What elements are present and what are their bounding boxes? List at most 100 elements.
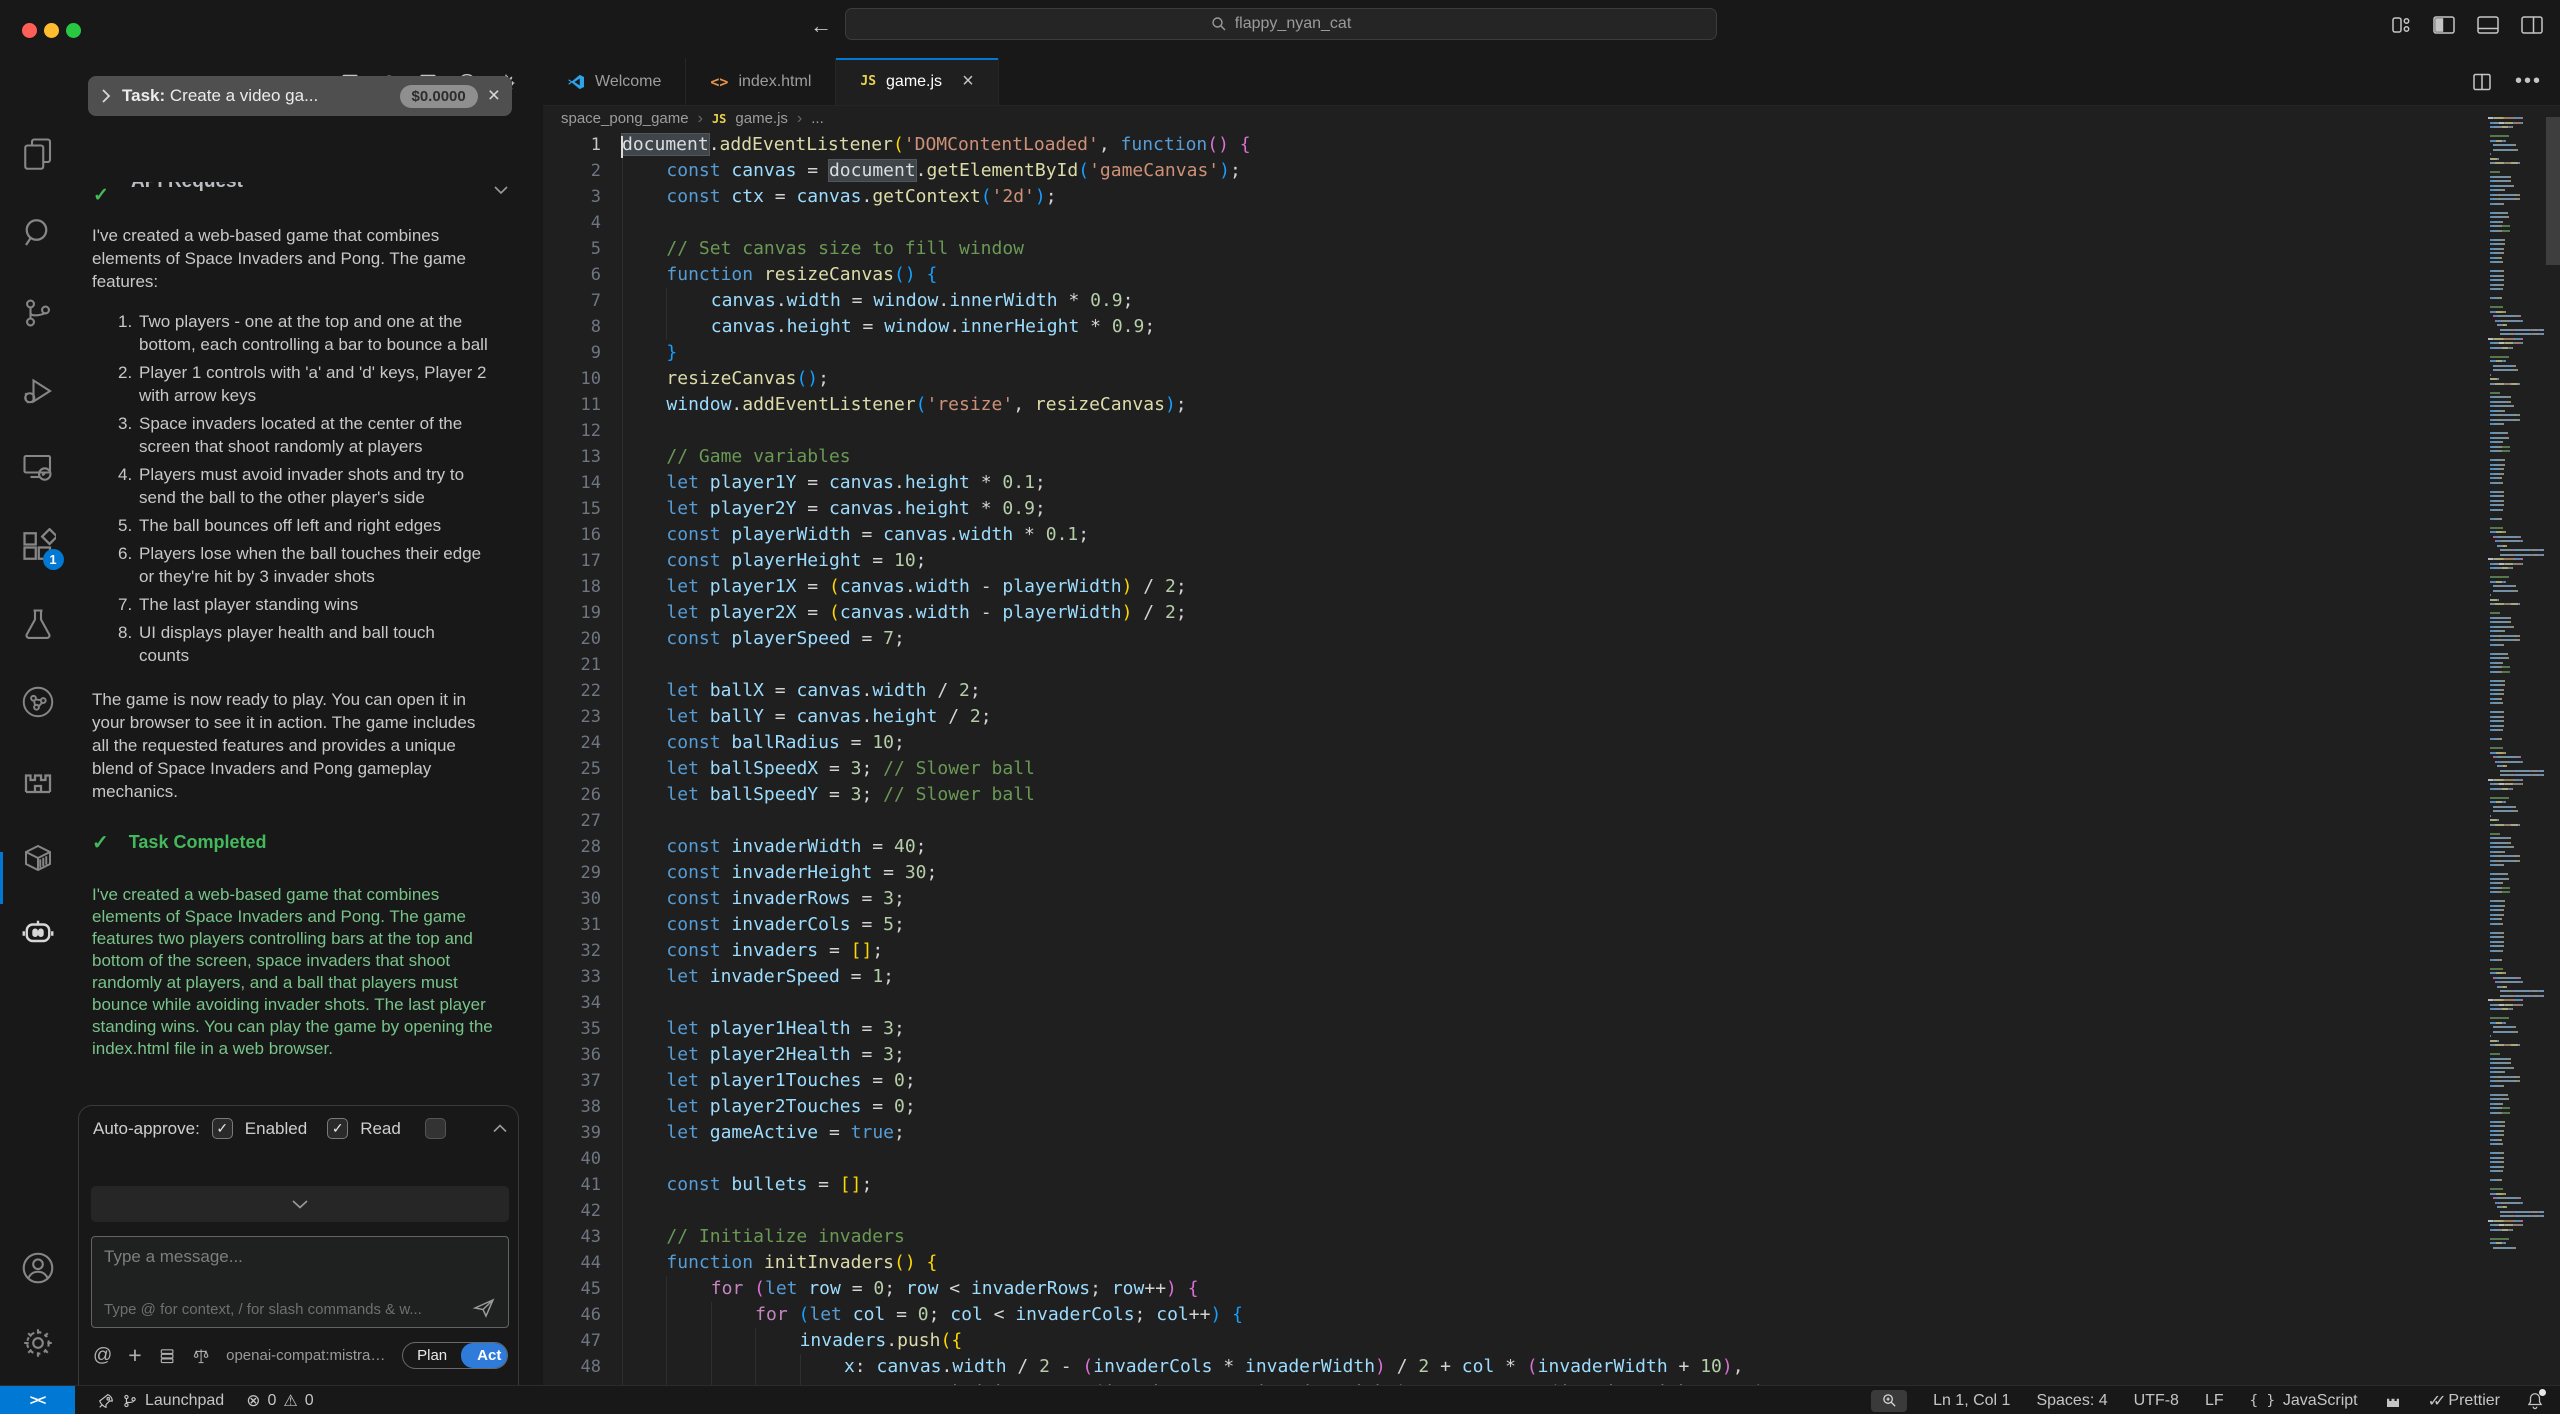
close-task-icon[interactable]: × [488,87,500,105]
checkbox-enabled[interactable]: ✓ [212,1118,233,1139]
zoom-window-button[interactable] [66,23,81,38]
line-number[interactable]: 21 [543,652,601,678]
checkbox-partial[interactable] [425,1118,446,1139]
line-number[interactable]: 35 [543,1016,601,1042]
line-number[interactable]: 2 [543,158,601,184]
code-area[interactable]: 1document.addEventListener('DOMContentLo… [543,132,2483,1385]
layout-customize-icon[interactable] [2390,14,2412,36]
model-selector[interactable]: openai-compat:mistralai/... [226,1347,386,1364]
line-number[interactable]: 47 [543,1328,601,1354]
remote-explorer-icon[interactable] [20,450,56,486]
line-number[interactable]: 5 [543,236,601,262]
explorer-icon[interactable] [20,135,56,171]
indentation[interactable]: Spaces: 4 [2036,1392,2107,1410]
message-input[interactable]: Type a message... Type @ for context, / … [91,1236,509,1328]
castle-icon[interactable] [20,762,56,798]
minimize-window-button[interactable] [44,23,59,38]
line-number[interactable]: 24 [543,730,601,756]
plus-icon[interactable]: + [128,1342,141,1369]
line-number[interactable]: 39 [543,1120,601,1146]
line-number[interactable]: 19 [543,600,601,626]
search-icon[interactable] [20,215,56,251]
line-number[interactable]: 34 [543,990,601,1016]
checkbox-read[interactable]: ✓ [327,1118,348,1139]
line-number[interactable]: 37 [543,1068,601,1094]
plan-button[interactable]: Plan [403,1343,461,1368]
close-tab-icon[interactable]: × [962,70,974,93]
testing-beaker-icon[interactable] [20,606,56,642]
line-number[interactable]: 16 [543,522,601,548]
notifications-bell[interactable] [2526,1391,2544,1410]
line-number[interactable]: 46 [543,1302,601,1328]
line-number[interactable]: 43 [543,1224,601,1250]
line-number[interactable]: 32 [543,938,601,964]
eol-sequence[interactable]: LF [2205,1392,2224,1410]
encoding[interactable]: UTF-8 [2134,1392,2179,1410]
line-number[interactable]: 11 [543,392,601,418]
account-icon[interactable] [20,1250,56,1286]
run-debug-icon[interactable] [20,373,56,409]
close-window-button[interactable] [22,23,37,38]
back-button[interactable]: ← [810,13,832,39]
breadcrumb-folder[interactable]: space_pong_game [561,110,689,127]
line-number[interactable]: 42 [543,1198,601,1224]
line-number[interactable]: 3 [543,184,601,210]
tab-welcome[interactable]: Welcome [543,58,686,105]
cline-robot-icon[interactable] [20,914,56,950]
at-sign-icon[interactable]: @ [93,1345,112,1367]
line-number[interactable]: 9 [543,340,601,366]
formatter-item[interactable]: ✓✓ Prettier [2428,1391,2500,1411]
line-number[interactable]: 45 [543,1276,601,1302]
scales-icon[interactable] [192,1346,210,1366]
breadcrumb-file[interactable]: game.js [735,110,788,127]
line-number[interactable]: 20 [543,626,601,652]
editor-scrollbar[interactable] [2546,117,2560,265]
command-center-search[interactable]: flappy_nyan_cat [845,8,1717,40]
line-number[interactable]: 26 [543,782,601,808]
line-number[interactable]: 29 [543,860,601,886]
line-number[interactable]: 23 [543,704,601,730]
line-number[interactable]: 28 [543,834,601,860]
send-icon[interactable] [472,1297,496,1319]
chevron-up-icon[interactable] [492,1123,508,1134]
language-mode[interactable]: { } JavaScript [2250,1392,2358,1410]
network-graph-icon[interactable] [20,684,56,720]
line-number[interactable]: 25 [543,756,601,782]
package-box-icon[interactable] [20,840,56,876]
line-number[interactable]: 10 [543,366,601,392]
line-number[interactable]: 4 [543,210,601,236]
line-number[interactable]: 27 [543,808,601,834]
line-number[interactable]: 14 [543,470,601,496]
minimap[interactable] [2488,117,2544,1287]
line-number[interactable]: 15 [543,496,601,522]
task-header-card[interactable]: Task: Create a video ga... $0.0000 × [88,76,512,116]
panel-left-icon[interactable] [2432,14,2456,36]
line-number[interactable]: 31 [543,912,601,938]
line-number[interactable]: 40 [543,1146,601,1172]
extensions-icon[interactable]: 1 [20,528,56,564]
line-number[interactable]: 33 [543,964,601,990]
source-control-icon[interactable] [20,295,56,331]
chevron-down-icon[interactable] [493,184,509,196]
line-number[interactable]: 17 [543,548,601,574]
act-button[interactable]: Act [461,1343,508,1368]
split-editor-icon[interactable] [2471,71,2493,93]
breadcrumb-more[interactable]: ... [811,110,824,127]
cursor-position[interactable]: Ln 1, Col 1 [1933,1392,2010,1410]
server-stack-icon[interactable] [158,1346,176,1366]
more-actions-icon[interactable]: ••• [2515,70,2542,93]
line-number[interactable]: 13 [543,444,601,470]
gear-icon[interactable] [20,1325,56,1361]
line-number[interactable]: 38 [543,1094,601,1120]
auto-approve-row[interactable]: Auto-approve: ✓Enabled✓Read [93,1118,508,1139]
line-number[interactable]: 12 [543,418,601,444]
line-number[interactable]: 6 [543,262,601,288]
line-number[interactable]: 18 [543,574,601,600]
line-number[interactable]: 36 [543,1042,601,1068]
tab-game-js[interactable]: JS game.js × [836,58,998,105]
line-number[interactable]: 22 [543,678,601,704]
line-number[interactable]: 1 [543,132,601,158]
line-number[interactable]: 41 [543,1172,601,1198]
zoom-indicator[interactable] [1871,1390,1907,1412]
line-number[interactable]: 48 [543,1354,601,1380]
